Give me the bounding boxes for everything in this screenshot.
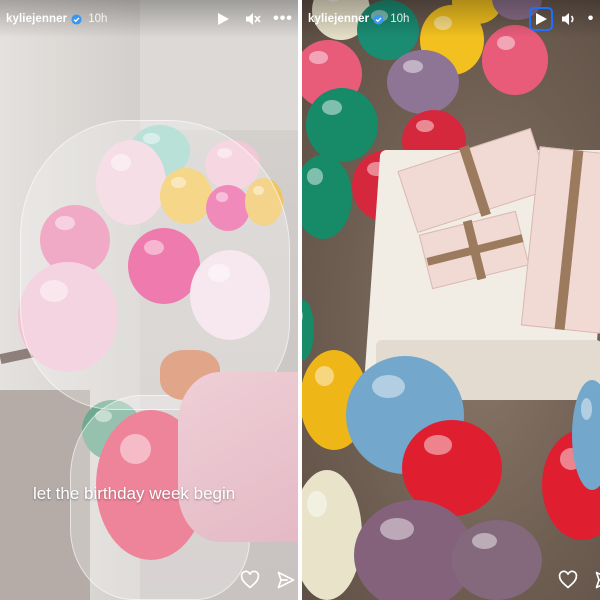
send-icon[interactable] (594, 570, 600, 590)
story-caption: let the birthday week begin (33, 484, 236, 503)
story-media-gifts-balloons (302, 0, 600, 600)
sound-muted-icon[interactable] (244, 10, 262, 28)
heart-icon[interactable] (240, 570, 260, 590)
story-left[interactable]: kyliejenner 10h ••• let the birthday wee… (0, 0, 298, 600)
story-right[interactable]: kyliejenner 10h • (302, 0, 600, 600)
verified-icon (373, 13, 384, 25)
story-header: kyliejenner 10h ••• (0, 0, 298, 38)
story-actions (240, 570, 296, 590)
story-header: kyliejenner 10h • (302, 0, 600, 38)
play-icon[interactable] (529, 7, 553, 31)
story-actions (558, 570, 600, 590)
play-icon[interactable] (214, 10, 232, 28)
verified-icon (71, 13, 82, 25)
post-time: 10h (390, 13, 410, 25)
more-options-icon[interactable]: ••• (273, 10, 292, 28)
more-options-icon[interactable]: • (588, 10, 594, 28)
sound-on-icon[interactable] (560, 10, 578, 28)
story-media-balloons-bag (0, 0, 298, 600)
post-time: 10h (88, 13, 108, 25)
username[interactable]: kyliejenner (308, 13, 369, 25)
heart-icon[interactable] (558, 570, 578, 590)
send-icon[interactable] (276, 570, 296, 590)
username[interactable]: kyliejenner (6, 13, 67, 25)
